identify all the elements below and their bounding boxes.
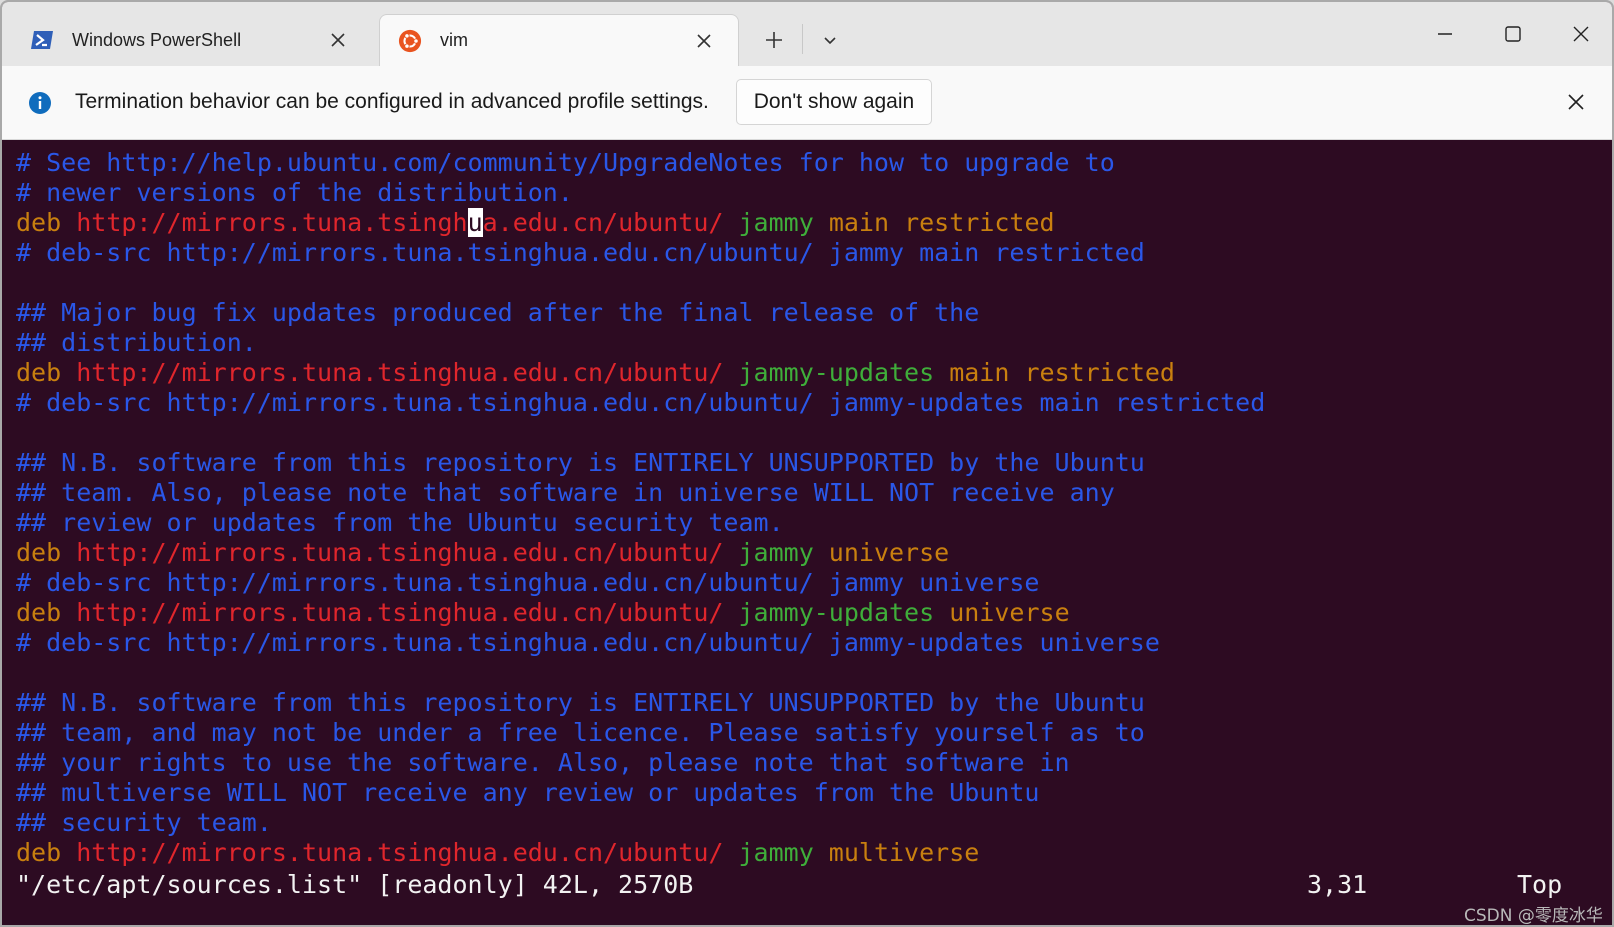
editor-token: http://mirrors.tuna.tsinghua.edu.cn/ubun… [76, 538, 724, 567]
editor-token: http://mirrors.tuna.tsinghua.edu.cn/ubun… [76, 598, 724, 627]
editor-token: ## team. Also, please note that software… [16, 478, 1115, 507]
tab-vim[interactable]: vim [379, 14, 739, 66]
editor-token: main restricted [934, 358, 1175, 387]
editor-token: ## security team. [16, 808, 272, 837]
editor-token: deb [16, 538, 77, 567]
editor-token: jammy [723, 838, 814, 867]
new-tab-button[interactable] [756, 22, 792, 58]
editor-token: http://mirrors.tuna.tsinghua.edu.cn/ubun… [76, 838, 724, 867]
editor-line: ## security team. [16, 808, 272, 838]
editor-token: universe [813, 538, 950, 567]
editor-line: deb http://mirrors.tuna.tsinghua.edu.cn/… [16, 538, 949, 568]
editor-token: ## N.B. software from this repository is… [16, 448, 1145, 477]
info-icon [28, 91, 52, 115]
editor-line: ## N.B. software from this repository is… [16, 688, 1145, 718]
editor-line: ## team. Also, please note that software… [16, 478, 1115, 508]
editor-token: multiverse [813, 838, 980, 867]
editor-line: # deb-src http://mirrors.tuna.tsinghua.e… [16, 568, 1040, 598]
editor-line: deb http://mirrors.tuna.tsinghua.edu.cn/… [16, 598, 1070, 628]
editor-line: # deb-src http://mirrors.tuna.tsinghua.e… [16, 388, 1265, 418]
editor-token: deb [16, 208, 77, 237]
editor-line: ## multiverse WILL NOT receive any revie… [16, 778, 1040, 808]
dont-show-again-button[interactable]: Don't show again [736, 79, 932, 125]
editor-token: ## N.B. software from this repository is… [16, 688, 1145, 717]
editor-line: ## your rights to use the software. Also… [16, 748, 1070, 778]
editor-token: jammy [723, 538, 814, 567]
editor-line: ## review or updates from the Ubuntu sec… [16, 508, 784, 538]
cursor-position: 3,31 [1307, 870, 1368, 899]
editor-line: ## team, and may not be under a free lic… [16, 718, 1145, 748]
editor-token: # deb-src http://mirrors.tuna.tsinghua.e… [16, 238, 1145, 267]
close-window-button[interactable] [1556, 16, 1606, 52]
editor-token: ## multiverse WILL NOT receive any revie… [16, 778, 1040, 807]
editor-token: ## review or updates from the Ubuntu sec… [16, 508, 784, 537]
editor-token: main restricted [813, 208, 1055, 237]
terminal-window: Windows PowerShell vim Termination behav… [0, 0, 1614, 927]
editor-token: ## your rights to use the software. Also… [16, 748, 1070, 777]
editor-line: # newer versions of the distribution. [16, 178, 573, 208]
editor-token: # newer versions of the distribution. [16, 178, 573, 207]
info-message: Termination behavior can be configured i… [75, 90, 709, 113]
editor-token: deb [16, 598, 77, 627]
editor-line: deb http://mirrors.tuna.tsinghua.edu.cn/… [16, 838, 979, 868]
editor-token: ## team, and may not be under a free lic… [16, 718, 1145, 747]
editor-token: # See http://help.ubuntu.com/community/U… [16, 148, 1115, 177]
close-icon [1573, 26, 1589, 42]
tab-separator [802, 24, 803, 54]
powershell-icon [30, 28, 54, 52]
tab-windows-powershell[interactable]: Windows PowerShell [12, 14, 372, 66]
editor-line: deb http://mirrors.tuna.tsinghua.edu.cn/… [16, 208, 1055, 238]
editor-line: # deb-src http://mirrors.tuna.tsinghua.e… [16, 628, 1160, 658]
terminal-content[interactable]: # See http://help.ubuntu.com/community/U… [2, 140, 1612, 926]
editor-token: # deb-src http://mirrors.tuna.tsinghua.e… [16, 388, 1266, 417]
editor-line: deb http://mirrors.tuna.tsinghua.edu.cn/… [16, 358, 1175, 388]
close-icon[interactable] [1562, 88, 1590, 116]
info-bar: Termination behavior can be configured i… [2, 66, 1612, 140]
editor-line: # See http://help.ubuntu.com/community/U… [16, 148, 1115, 178]
editor-line: ## Major bug fix updates produced after … [16, 298, 979, 328]
close-tab-icon[interactable] [692, 29, 716, 53]
minimize-icon [1438, 33, 1452, 35]
tab-label: vim [440, 30, 468, 50]
editor-token: jammy-updates [723, 598, 935, 627]
chevron-down-icon [824, 37, 836, 45]
editor-token: http://mirrors.tuna.tsingh [76, 208, 468, 237]
plus-icon [766, 32, 782, 48]
editor-token: a.edu.cn/ubuntu/ [482, 208, 724, 237]
editor-token: deb [16, 838, 77, 867]
editor-line: ## N.B. software from this repository is… [16, 448, 1145, 478]
tab-label: Windows PowerShell [72, 29, 242, 50]
editor-token: http://mirrors.tuna.tsinghua.edu.cn/ubun… [76, 358, 724, 387]
minimize-button[interactable] [1420, 16, 1470, 52]
editor-token: ## Major bug fix updates produced after … [16, 298, 980, 327]
editor-token: jammy [723, 208, 814, 237]
close-tab-icon[interactable] [326, 28, 350, 52]
editor-token: universe [934, 598, 1070, 627]
text-cursor: u [467, 208, 483, 237]
tab-dropdown-button[interactable] [812, 22, 848, 58]
vim-status-message: "/etc/apt/sources.list" [readonly] 42L, … [16, 870, 694, 899]
editor-token: ## distribution. [16, 328, 257, 357]
maximize-icon [1505, 26, 1521, 42]
editor-token: # deb-src http://mirrors.tuna.tsinghua.e… [16, 628, 1160, 657]
editor-line: ## distribution. [16, 328, 257, 358]
watermark: CSDN @零度冰华 [1464, 906, 1603, 926]
maximize-button[interactable] [1488, 16, 1538, 52]
editor-token: deb [16, 358, 77, 387]
editor-token: # deb-src http://mirrors.tuna.tsinghua.e… [16, 568, 1040, 597]
ubuntu-icon [398, 29, 422, 53]
title-bar[interactable]: Windows PowerShell vim [2, 2, 1612, 66]
editor-token: jammy-updates [723, 358, 935, 387]
editor-line: # deb-src http://mirrors.tuna.tsinghua.e… [16, 238, 1145, 268]
scroll-position: Top [1517, 870, 1563, 899]
